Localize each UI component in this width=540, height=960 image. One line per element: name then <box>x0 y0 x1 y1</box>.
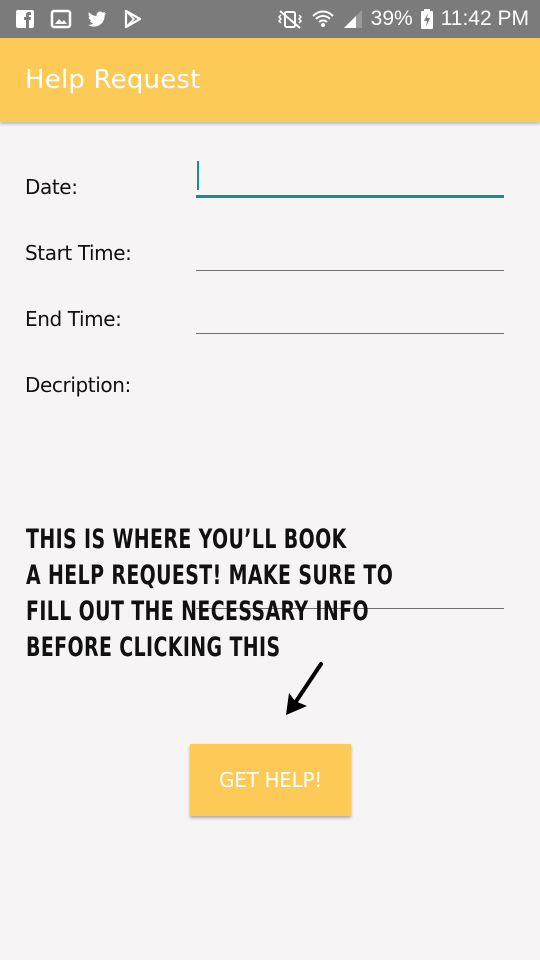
wifi-icon <box>311 10 334 27</box>
battery-percent: 39% <box>370 7 413 30</box>
description-label: Decription: <box>25 373 131 397</box>
twitter-icon <box>88 11 106 27</box>
date-label: Date: <box>25 175 78 199</box>
system-status: 39% 11:42 PM <box>276 0 529 38</box>
date-field[interactable] <box>196 158 504 198</box>
gallery-icon <box>50 9 72 29</box>
vibrate-mute-icon <box>277 10 302 29</box>
get-help-button[interactable]: GET HELP! <box>190 744 351 816</box>
arrow-down-left-icon <box>286 662 323 715</box>
page-title: Help Request <box>25 65 201 95</box>
battery-charging-icon <box>420 9 433 29</box>
play-store-icon <box>124 9 142 29</box>
annotation-line: FILL OUT THE NECESSARY INFO <box>26 596 369 627</box>
end-time-field[interactable] <box>196 294 504 334</box>
text-cursor <box>197 161 199 190</box>
facebook-icon <box>16 10 34 28</box>
annotation-text: THIS IS WHERE YOU’LL BOOK A HELP REQUEST… <box>26 522 394 666</box>
start-time-label: Start Time: <box>25 241 132 265</box>
annotation-line: THIS IS WHERE YOU’LL BOOK <box>26 524 347 555</box>
notification-icons <box>14 8 144 30</box>
annotation-line: A HELP REQUEST! MAKE SURE TO <box>26 560 394 591</box>
end-time-label: End Time: <box>25 307 122 331</box>
start-time-field[interactable] <box>196 231 504 271</box>
app-bar: Help Request <box>0 38 540 122</box>
clock: 11:42 PM <box>440 7 529 30</box>
status-bar: 39% 11:42 PM <box>0 0 540 38</box>
signal-icon <box>343 10 362 28</box>
